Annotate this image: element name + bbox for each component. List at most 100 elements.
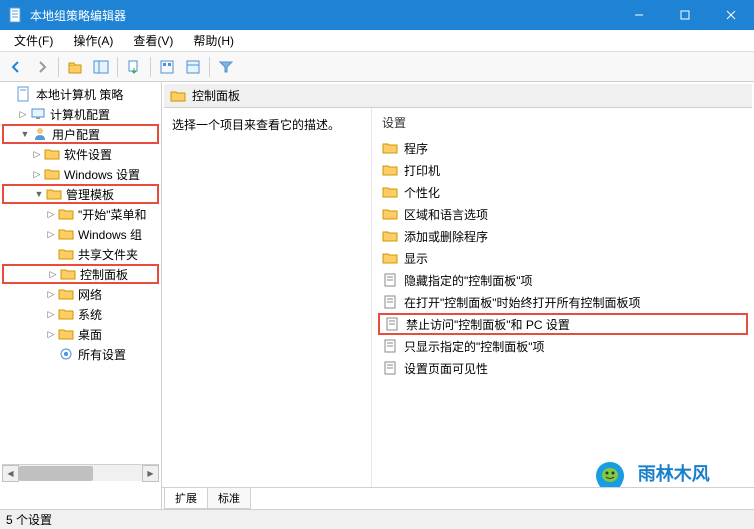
policy-icon bbox=[382, 272, 398, 288]
policy-icon bbox=[16, 86, 32, 102]
setting-region-lang[interactable]: 区域和语言选项 bbox=[378, 203, 748, 225]
setting-personalization[interactable]: 个性化 bbox=[378, 181, 748, 203]
tree-root[interactable]: 本地计算机 策略 bbox=[2, 84, 159, 104]
tree-start-menu[interactable]: ▷ "开始"菜单和 bbox=[2, 204, 159, 224]
folder-icon bbox=[382, 140, 398, 156]
folder-icon bbox=[58, 226, 74, 242]
menu-help[interactable]: 帮助(H) bbox=[183, 30, 244, 51]
minimize-button[interactable] bbox=[616, 0, 662, 30]
menu-file[interactable]: 文件(F) bbox=[4, 30, 63, 51]
folder-icon bbox=[58, 286, 74, 302]
status-text: 5 个设置 bbox=[6, 511, 52, 528]
policy-icon bbox=[382, 338, 398, 354]
titlebar: 本地组策略编辑器 bbox=[0, 0, 754, 30]
settings-column-header[interactable]: 设置 bbox=[378, 112, 748, 133]
tree-control-panel[interactable]: ▷ 控制面板 bbox=[2, 264, 159, 284]
settings-pane: 设置 程序 打印机 个性化 区域和语言选项 添加或删除程序 显示 隐藏指定的"控… bbox=[372, 108, 754, 487]
forward-button[interactable] bbox=[30, 55, 54, 79]
setting-add-remove[interactable]: 添加或删除程序 bbox=[378, 225, 748, 247]
folder-icon bbox=[58, 326, 74, 342]
folder-icon bbox=[44, 146, 60, 162]
setting-always-open[interactable]: 在打开"控制面板"时始终打开所有控制面板项 bbox=[378, 291, 748, 313]
folder-icon bbox=[44, 166, 60, 182]
toolbar bbox=[0, 52, 754, 82]
show-hide-tree-button[interactable] bbox=[89, 55, 113, 79]
expand-icon[interactable]: ▷ bbox=[44, 227, 58, 241]
folder-icon bbox=[170, 88, 186, 104]
tree-shared-folders[interactable]: 共享文件夹 bbox=[2, 244, 159, 264]
setting-printers[interactable]: 打印机 bbox=[378, 159, 748, 181]
tree-software-settings[interactable]: ▷ 软件设置 bbox=[2, 144, 159, 164]
expand-icon[interactable]: ▷ bbox=[44, 207, 58, 221]
tree-scrollbar[interactable]: ◀ ▶ bbox=[2, 464, 159, 481]
close-button[interactable] bbox=[708, 0, 754, 30]
user-icon bbox=[32, 126, 48, 142]
expand-icon[interactable]: ▷ bbox=[16, 107, 30, 121]
tab-standard[interactable]: 标准 bbox=[207, 488, 251, 509]
menu-view[interactable]: 查看(V) bbox=[123, 30, 183, 51]
policy-icon bbox=[382, 360, 398, 376]
tree-panel: 本地计算机 策略 ▷ 计算机配置 ▼ 用户配置 ▷ 软件设置 ▷ Windows… bbox=[0, 82, 162, 509]
setting-display[interactable]: 显示 bbox=[378, 247, 748, 269]
tab-extended[interactable]: 扩展 bbox=[164, 488, 208, 509]
filter-button[interactable] bbox=[214, 55, 238, 79]
menubar: 文件(F) 操作(A) 查看(V) 帮助(H) bbox=[0, 30, 754, 52]
tree-network[interactable]: ▷ 网络 bbox=[2, 284, 159, 304]
folder-icon bbox=[58, 306, 74, 322]
policy-icon bbox=[382, 294, 398, 310]
content-tabs: 扩展 标准 bbox=[162, 487, 754, 509]
folder-icon bbox=[382, 228, 398, 244]
watermark-logo-icon bbox=[588, 458, 632, 487]
settings-icon bbox=[58, 346, 74, 362]
tree-computer-config[interactable]: ▷ 计算机配置 bbox=[2, 104, 159, 124]
folder-icon bbox=[382, 162, 398, 178]
watermark: 雨林木风 www.ylmf888.com bbox=[588, 458, 750, 487]
setting-programs[interactable]: 程序 bbox=[378, 137, 748, 159]
tree-all-settings[interactable]: 所有设置 bbox=[2, 344, 159, 364]
content-header: 控制面板 bbox=[164, 84, 752, 108]
maximize-button[interactable] bbox=[662, 0, 708, 30]
expand-icon[interactable]: ▷ bbox=[30, 147, 44, 161]
policy-icon bbox=[384, 316, 400, 332]
setting-page-visibility[interactable]: 设置页面可见性 bbox=[378, 357, 748, 379]
computer-icon bbox=[30, 106, 46, 122]
description-pane: 选择一个项目来查看它的描述。 bbox=[162, 108, 372, 487]
app-icon bbox=[8, 7, 24, 23]
collapse-icon[interactable]: ▼ bbox=[18, 127, 32, 141]
properties-button[interactable] bbox=[181, 55, 205, 79]
folder-icon bbox=[382, 206, 398, 222]
content-panel: 控制面板 选择一个项目来查看它的描述。 设置 程序 打印机 个性化 区域和语言选… bbox=[162, 82, 754, 509]
window-title: 本地组策略编辑器 bbox=[30, 7, 616, 24]
tree-user-config[interactable]: ▼ 用户配置 bbox=[2, 124, 159, 144]
tree-system[interactable]: ▷ 系统 bbox=[2, 304, 159, 324]
expand-icon[interactable]: ▷ bbox=[30, 167, 44, 181]
folder-icon bbox=[382, 184, 398, 200]
tree-admin-templates[interactable]: ▼ 管理模板 bbox=[2, 184, 159, 204]
watermark-url: www.ylmf888.com bbox=[638, 486, 750, 488]
folder-icon bbox=[60, 266, 76, 282]
collapse-icon[interactable]: ▼ bbox=[32, 187, 46, 201]
menu-action[interactable]: 操作(A) bbox=[63, 30, 123, 51]
folder-icon bbox=[58, 206, 74, 222]
folder-icon bbox=[58, 246, 74, 262]
tree-desktop[interactable]: ▷ 桌面 bbox=[2, 324, 159, 344]
description-text: 选择一个项目来查看它的描述。 bbox=[172, 118, 340, 132]
tree-windows-settings[interactable]: ▷ Windows 设置 bbox=[2, 164, 159, 184]
expand-icon[interactable]: ▷ bbox=[44, 287, 58, 301]
back-button[interactable] bbox=[4, 55, 28, 79]
setting-show-only[interactable]: 只显示指定的"控制面板"项 bbox=[378, 335, 748, 357]
export-button[interactable] bbox=[122, 55, 146, 79]
setting-hide-specified[interactable]: 隐藏指定的"控制面板"项 bbox=[378, 269, 748, 291]
folder-icon bbox=[46, 186, 62, 202]
setting-prohibit-access[interactable]: 禁止访问"控制面板"和 PC 设置 bbox=[378, 313, 748, 335]
refresh-button[interactable] bbox=[155, 55, 179, 79]
tree-windows-components[interactable]: ▷ Windows 组 bbox=[2, 224, 159, 244]
expand-icon[interactable]: ▷ bbox=[44, 327, 58, 341]
expand-icon[interactable]: ▷ bbox=[46, 267, 60, 281]
content-header-title: 控制面板 bbox=[192, 87, 240, 104]
up-button[interactable] bbox=[63, 55, 87, 79]
expand-icon[interactable]: ▷ bbox=[44, 307, 58, 321]
folder-icon bbox=[382, 250, 398, 266]
watermark-brand: 雨林木风 bbox=[638, 460, 750, 486]
statusbar: 5 个设置 bbox=[0, 509, 754, 529]
